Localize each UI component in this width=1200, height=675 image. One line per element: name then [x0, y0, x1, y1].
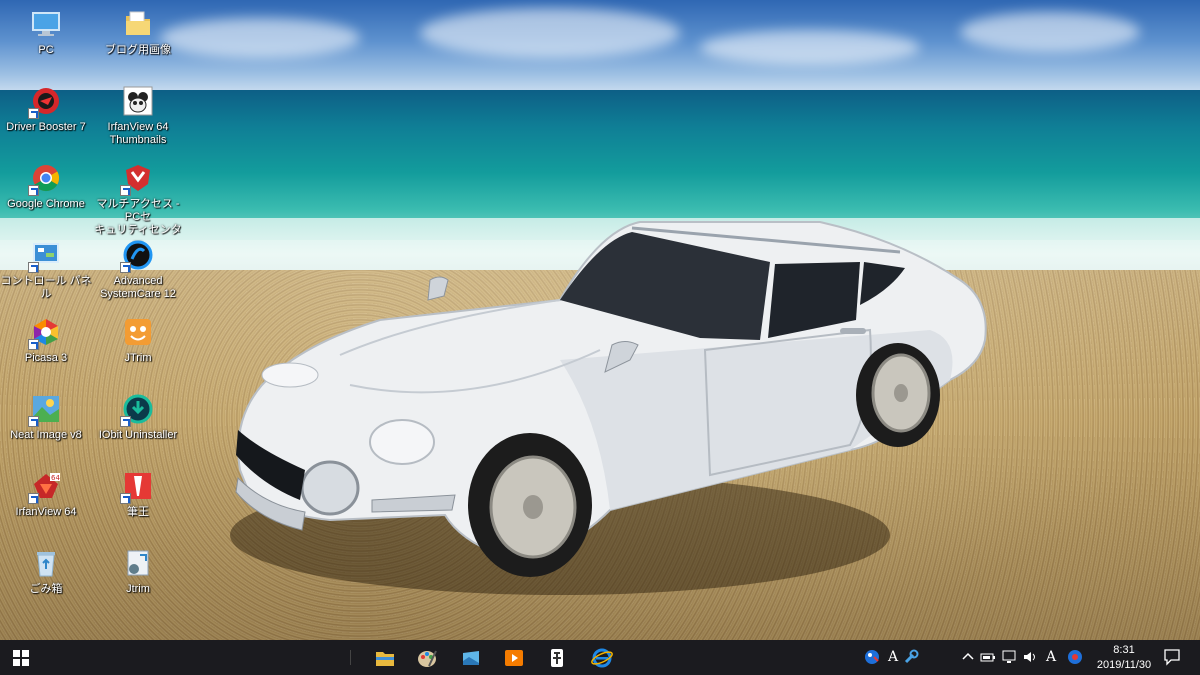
shortcut-arrow-icon: [120, 493, 131, 504]
desktop-icon-iobit-uninstaller[interactable]: IObit Uninstaller: [92, 393, 184, 442]
advanced-systemcare-icon: [120, 239, 154, 273]
picasa-icon: [28, 316, 62, 350]
tray-iobit-icon[interactable]: [864, 649, 880, 665]
shortcut-arrow-icon: [28, 262, 39, 273]
desktop-icon-label: Google Chrome: [7, 198, 85, 210]
tray-wrench-icon[interactable]: [903, 649, 919, 665]
installer-icon: [122, 547, 154, 579]
shortcut-arrow-icon: [120, 262, 131, 273]
iobit-uninstaller-icon: [120, 393, 154, 427]
windows-logo-icon: [13, 649, 29, 666]
irfanview-thumbnails-icon: [122, 85, 154, 117]
desktop-icon-control-panel[interactable]: コントロール パネル: [0, 239, 92, 301]
car-fog-lamp: [369, 419, 435, 465]
desktop-icon-label: JTrim: [124, 352, 152, 364]
taskbar-clock[interactable]: 8:31 2019/11/30: [1088, 643, 1160, 673]
network-icon[interactable]: [1001, 649, 1017, 665]
desktop-icon-irfanview-64[interactable]: 64 IrfanView 64: [0, 470, 92, 519]
chrome-icon: [28, 162, 62, 196]
jtrim-icon: [122, 316, 154, 348]
neat-image-icon: [28, 393, 62, 427]
tray-ime-pad-indicator[interactable]: A: [885, 649, 901, 665]
desktop-icon-label: PC: [38, 44, 54, 56]
desktop-icon-label: ごみ箱: [29, 583, 63, 595]
desktop-icon-driver-booster[interactable]: Driver Booster 7: [0, 85, 92, 134]
recycle-bin-icon: [30, 547, 62, 579]
desktop-icon-label: Picasa 3: [24, 352, 68, 364]
irfanview-icon: 64: [28, 470, 62, 504]
taskbar-internet-explorer[interactable]: [585, 640, 619, 675]
internet-explorer-icon: [591, 648, 613, 667]
shortcut-arrow-icon: [28, 493, 39, 504]
ime-mode-indicator[interactable]: A: [1043, 649, 1059, 665]
taskbar-divider: [350, 650, 351, 665]
desktop-icon-recycle-bin[interactable]: ごみ箱: [0, 547, 92, 596]
desktop-icon-label: コントロール パネル: [0, 275, 92, 300]
shortcut-arrow-icon: [120, 185, 131, 196]
desktop-icon-irfanview-thumbnails[interactable]: IrfanView 64 Thumbnails: [92, 85, 184, 147]
shortcut-arrow-icon: [28, 185, 39, 196]
taskbar-media-player[interactable]: [497, 640, 531, 675]
desktop-icon-label: IrfanView 64: [15, 506, 77, 518]
desktop-icon-label: Jtrim: [126, 583, 150, 595]
car-front-hub: [523, 495, 543, 519]
folder-icon: [122, 8, 154, 40]
ime-pad-icon: [551, 648, 563, 667]
pc-icon: [30, 8, 62, 40]
car-mirror-left: [427, 276, 449, 301]
desktop-icon-label: IrfanView 64 Thumbnails: [107, 121, 169, 146]
shortcut-arrow-icon: [28, 339, 39, 350]
shortcut-arrow-icon: [28, 416, 39, 427]
tray-app-blue-icon[interactable]: [1067, 649, 1083, 665]
shortcut-arrow-icon: [120, 416, 131, 427]
desktop-icon-multi-access-pc-security[interactable]: マルチアクセス - PCセ キュリティセンター: [92, 162, 184, 250]
action-center-icon[interactable]: [1163, 648, 1181, 666]
desktop-icon-jtrim[interactable]: JTrim: [92, 316, 184, 365]
svg-text:64: 64: [51, 474, 60, 482]
taskbar-photos-app[interactable]: [454, 640, 488, 675]
desktop-icon-advanced-systemcare[interactable]: Advanced SystemCare 12: [92, 239, 184, 301]
desktop-icon-fudeoh[interactable]: 筆王: [92, 470, 184, 519]
control-panel-icon: [28, 239, 62, 273]
desktop-icon-pc[interactable]: PC: [0, 8, 92, 57]
taskbar-ime-pad[interactable]: [540, 640, 574, 675]
desktop-icon-jtrim-installer[interactable]: Jtrim: [92, 547, 184, 596]
start-button[interactable]: [0, 640, 42, 675]
desktop-icon-google-chrome[interactable]: Google Chrome: [0, 162, 92, 211]
taskbar-file-explorer[interactable]: [368, 640, 402, 675]
fudeoh-icon: [120, 470, 154, 504]
desktop-icon-label: Driver Booster 7: [6, 121, 86, 133]
desktop-icon-label: ブログ用画像: [105, 44, 171, 56]
desktop-icon-label: Neat Image v8: [10, 429, 82, 441]
show-hidden-icons-chevron-icon[interactable]: [960, 649, 976, 665]
desktop-icon-label: Advanced SystemCare 12: [100, 275, 176, 300]
desktop-icon-label: IObit Uninstaller: [98, 429, 178, 441]
desktop-icon-neat-image[interactable]: Neat Image v8: [0, 393, 92, 442]
battery-icon[interactable]: [980, 649, 996, 665]
volume-icon[interactable]: [1022, 649, 1038, 665]
clock-date: 2019/11/30: [1096, 659, 1152, 671]
driver-booster-icon: [28, 85, 62, 119]
file-explorer-icon: [376, 651, 394, 666]
car-rear-hub: [894, 384, 908, 402]
paint-icon: [418, 650, 437, 667]
media-player-icon: [505, 649, 523, 666]
car-headlight-right: [300, 460, 360, 516]
clock-time: 8:31: [1113, 644, 1135, 656]
car-headlight-left: [261, 362, 319, 388]
taskbar-paint[interactable]: [410, 640, 444, 675]
shortcut-arrow-icon: [28, 108, 39, 119]
desktop-icon-blog-images-folder[interactable]: ブログ用画像: [92, 8, 184, 57]
taskbar: A A 8:31 2019/11/30: [0, 640, 1200, 675]
security-center-icon: [120, 162, 154, 196]
photo-viewer-icon: [463, 650, 479, 665]
car-door-handle: [840, 328, 866, 334]
desktop-icon-label: 筆王: [127, 506, 149, 518]
desktop-icon-picasa[interactable]: Picasa 3: [0, 316, 92, 365]
